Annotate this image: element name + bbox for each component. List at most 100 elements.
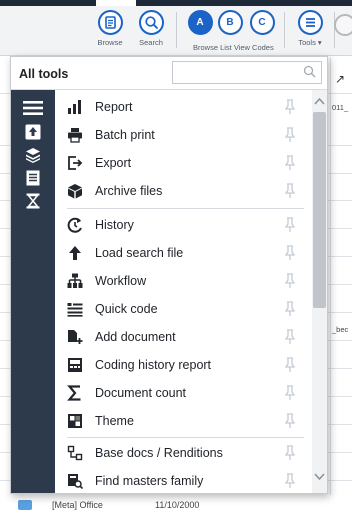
pin-icon[interactable] bbox=[284, 217, 296, 233]
grid-cell-text: _bec bbox=[332, 325, 349, 334]
grid-cell-text: 011_ bbox=[332, 103, 349, 112]
tool-base-docs-renditions[interactable]: Base docs / Renditions bbox=[55, 440, 311, 466]
hourglass-icon[interactable] bbox=[11, 190, 55, 212]
tool-label: Batch print bbox=[95, 128, 155, 142]
tool-coding-history-report[interactable]: Coding history report bbox=[55, 352, 311, 378]
expand-icon[interactable]: ↗ bbox=[335, 72, 345, 86]
upload-icon[interactable] bbox=[11, 121, 55, 143]
ribbon-toolbar: Browse Search A B C Browse List View Cod… bbox=[0, 6, 352, 56]
history-icon bbox=[67, 217, 82, 233]
tool-label: Export bbox=[95, 156, 132, 170]
pin-icon[interactable] bbox=[284, 413, 296, 429]
pin-icon[interactable] bbox=[284, 329, 296, 345]
pin-icon[interactable] bbox=[284, 245, 296, 261]
tool-label: Add document bbox=[95, 330, 176, 344]
all-tools-popup: All tools Report Batch print Export Arch… bbox=[10, 56, 328, 494]
tool-label: Document count bbox=[95, 386, 187, 400]
pin-icon[interactable] bbox=[284, 357, 296, 373]
list-view-b-icon: B bbox=[217, 10, 243, 35]
list-view-c-button[interactable]: C bbox=[242, 10, 282, 35]
tool-label: Theme bbox=[95, 414, 134, 428]
tool-label: History bbox=[95, 218, 134, 232]
tools-search-box[interactable] bbox=[172, 61, 322, 84]
pin-icon[interactable] bbox=[284, 183, 296, 199]
chevron-up-icon[interactable] bbox=[314, 96, 325, 106]
tool-quick-code[interactable]: Quick code bbox=[55, 296, 311, 322]
tool-load-search-file[interactable]: Load search file bbox=[55, 240, 311, 266]
base-docs-icon bbox=[67, 445, 83, 461]
ribbon-divider bbox=[176, 12, 177, 48]
pin-icon[interactable] bbox=[284, 273, 296, 289]
tool-add-document[interactable]: Add document bbox=[55, 324, 311, 350]
chevron-down-icon[interactable] bbox=[314, 472, 325, 482]
theme-icon bbox=[68, 414, 82, 428]
document-icon[interactable] bbox=[11, 167, 55, 189]
tool-document-count[interactable]: Document count bbox=[55, 380, 311, 406]
tool-label: Base docs / Renditions bbox=[95, 446, 223, 460]
pin-icon[interactable] bbox=[284, 99, 296, 115]
pin-icon[interactable] bbox=[284, 301, 296, 317]
tool-archive-files[interactable]: Archive files bbox=[55, 178, 311, 204]
tool-label: Archive files bbox=[95, 184, 163, 198]
tools-button[interactable]: Tools ▾ bbox=[290, 10, 330, 47]
load-icon bbox=[69, 246, 81, 260]
scrollbar-thumb[interactable] bbox=[313, 112, 326, 308]
tools-list: Report Batch print Export Archive files bbox=[55, 90, 311, 493]
separator bbox=[67, 437, 304, 438]
archive-icon bbox=[68, 184, 82, 199]
tool-label: Workflow bbox=[95, 274, 147, 288]
tools-icon bbox=[297, 10, 323, 35]
pin-icon[interactable] bbox=[284, 385, 296, 401]
category-rail bbox=[11, 90, 55, 493]
report-icon bbox=[68, 100, 81, 114]
browse-label: Browse bbox=[97, 38, 123, 47]
row-date: 11/10/2000 bbox=[155, 500, 200, 510]
tool-history[interactable]: History bbox=[55, 212, 311, 238]
layers-icon[interactable] bbox=[11, 144, 55, 166]
row-meta: [Meta] Office bbox=[52, 500, 103, 510]
pin-icon[interactable] bbox=[284, 473, 296, 489]
tools-search-input[interactable] bbox=[173, 62, 298, 83]
tool-batch-print[interactable]: Batch print bbox=[55, 122, 311, 148]
tool-workflow[interactable]: Workflow bbox=[55, 268, 311, 294]
add-document-icon bbox=[68, 330, 83, 344]
list-view-a-icon: A bbox=[187, 10, 213, 35]
coding-history-icon bbox=[68, 358, 82, 372]
search-button[interactable]: Search bbox=[131, 10, 171, 47]
tool-label: Coding history report bbox=[95, 358, 212, 372]
quick-code-icon bbox=[67, 303, 83, 317]
browse-icon bbox=[97, 10, 123, 35]
grid-line bbox=[330, 57, 331, 513]
tools-label: Tools ▾ bbox=[298, 38, 322, 47]
workflow-icon bbox=[67, 273, 83, 288]
tool-theme[interactable]: Theme bbox=[55, 408, 311, 434]
document-type-icon bbox=[18, 500, 32, 510]
tool-export[interactable]: Export bbox=[55, 150, 311, 176]
separator bbox=[67, 208, 304, 209]
tools-scrollbar[interactable] bbox=[312, 90, 327, 493]
popup-header: All tools bbox=[11, 57, 327, 90]
tool-label: Find masters family bbox=[95, 474, 204, 488]
list-view-c-icon: C bbox=[249, 10, 275, 35]
tool-report[interactable]: Report bbox=[55, 94, 311, 120]
hamburger-menu-icon[interactable] bbox=[11, 97, 55, 119]
tool-label: Quick code bbox=[95, 302, 158, 316]
more-button[interactable] bbox=[334, 14, 352, 36]
popup-title: All tools bbox=[19, 67, 69, 81]
pin-icon[interactable] bbox=[284, 155, 296, 171]
search-label: Search bbox=[139, 38, 163, 47]
search-icon bbox=[138, 10, 164, 35]
browse-button[interactable]: Browse bbox=[90, 10, 130, 47]
find-masters-icon bbox=[68, 474, 83, 489]
application-window: Browse Search A B C Browse List View Cod… bbox=[0, 0, 352, 513]
search-icon[interactable] bbox=[303, 65, 316, 78]
pin-icon[interactable] bbox=[284, 445, 296, 461]
pin-icon[interactable] bbox=[284, 127, 296, 143]
ribbon-group-label: Browse List View Codes bbox=[193, 43, 274, 52]
sigma-icon bbox=[67, 385, 81, 401]
tool-find-masters-family[interactable]: Find masters family bbox=[55, 468, 311, 493]
print-icon bbox=[68, 128, 82, 143]
tool-label: Load search file bbox=[95, 246, 184, 260]
tool-label: Report bbox=[95, 100, 133, 114]
export-icon bbox=[68, 156, 83, 170]
